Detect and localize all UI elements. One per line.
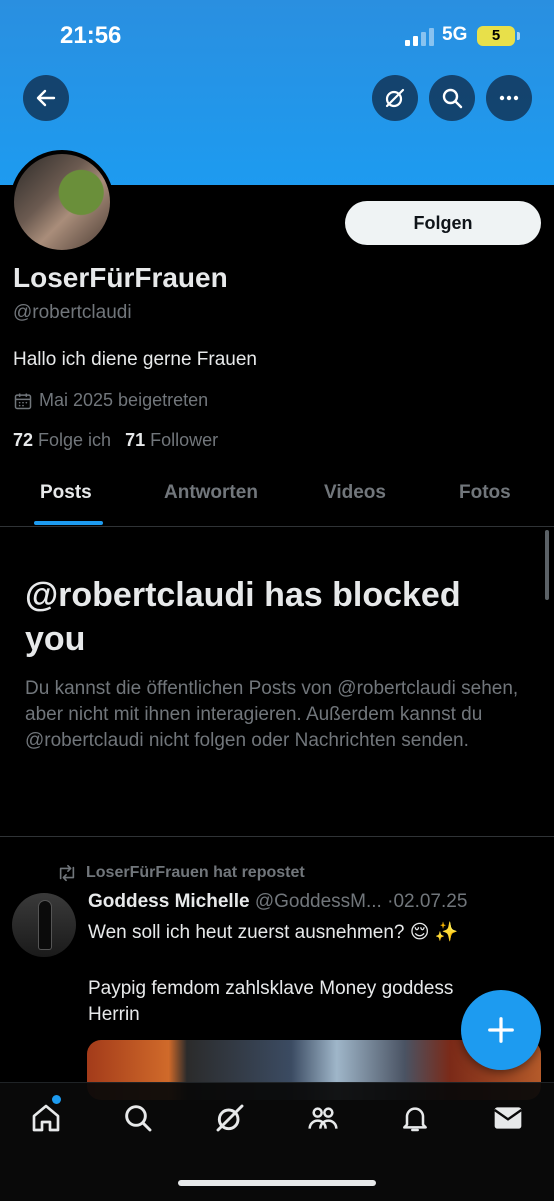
- following-label: Folge ich: [38, 430, 112, 450]
- arrow-left-icon: [36, 89, 56, 107]
- more-icon: [499, 95, 519, 101]
- bell-icon: [403, 1107, 427, 1132]
- post-author-name: Goddess Michelle: [88, 891, 250, 912]
- display-name: LoserFürFrauen: [13, 262, 228, 293]
- active-tab-indicator: [34, 521, 103, 525]
- compose-button[interactable]: [461, 990, 541, 1070]
- tab-antworten[interactable]: Antworten: [164, 482, 258, 504]
- battery-tip: [517, 32, 520, 40]
- repost-indicator: LoserFürFrauen hat repostet: [56, 863, 305, 883]
- home-notification-dot: [52, 1095, 61, 1104]
- blocked-title: @robertclaudi has blocked you: [25, 576, 461, 658]
- follow-stats: 72 Folge ich 71 Follower: [13, 430, 218, 451]
- battery-indicator: 5: [477, 26, 515, 46]
- nav-communities[interactable]: [305, 1100, 341, 1136]
- follow-button[interactable]: Folgen: [345, 201, 541, 245]
- nav-home[interactable]: [28, 1100, 64, 1136]
- network-label: 5G: [442, 24, 468, 45]
- followers-count: 71: [125, 430, 146, 450]
- post-header[interactable]: Goddess Michelle @GoddessM... ·02.07.25: [88, 891, 508, 913]
- scrollbar[interactable]: [545, 530, 549, 600]
- search-button[interactable]: [429, 75, 475, 121]
- grok-icon: [216, 1104, 244, 1132]
- post-date: 02.07.25: [393, 891, 468, 912]
- post-text-line1: Wen soll ich heut zuerst ausnehmen? 😌 ✨: [88, 922, 459, 943]
- following-count: 72: [13, 430, 34, 450]
- search-icon: [442, 88, 463, 109]
- nav-grok[interactable]: [212, 1100, 248, 1136]
- status-time: 21:56: [60, 22, 122, 49]
- repost-icon: [59, 864, 75, 882]
- joined-date: Mai 2025 beigetreten: [13, 390, 208, 411]
- grok-icon: [385, 88, 405, 108]
- followers-label: Follower: [150, 430, 219, 450]
- mail-icon: [493, 1107, 523, 1129]
- blocked-description: Du kannst die öffentlichen Posts von @ro…: [25, 678, 519, 751]
- profile-handle: @robertclaudi: [13, 302, 132, 323]
- nav-messages[interactable]: [490, 1100, 526, 1136]
- nav-notifications[interactable]: [397, 1100, 433, 1136]
- nav-search[interactable]: [120, 1100, 156, 1136]
- home-icon: [32, 1104, 60, 1132]
- repost-label: LoserFürFrauen hat repostet: [86, 864, 305, 881]
- tab-fotos[interactable]: Fotos: [459, 482, 511, 504]
- post-author-handle: @GoddessM...: [254, 891, 382, 912]
- back-button[interactable]: [23, 75, 69, 121]
- communities-icon: [308, 1107, 338, 1129]
- post-author-avatar[interactable]: [12, 893, 76, 957]
- post-text-line2: Paypig femdom zahlsklave Money goddess H…: [88, 978, 454, 1025]
- calendar-icon: [14, 393, 32, 409]
- more-button[interactable]: [486, 75, 532, 121]
- joined-text: Mai 2025 beigetreten: [39, 390, 209, 410]
- profile-tabs: Posts Antworten Videos Fotos: [0, 466, 554, 527]
- plus-icon: [488, 1017, 514, 1043]
- home-indicator[interactable]: [178, 1180, 376, 1186]
- grok-button[interactable]: [372, 75, 418, 121]
- followers-link[interactable]: 71 Follower: [125, 430, 218, 451]
- signal-icon: [405, 28, 434, 46]
- profile-bio: Hallo ich diene gerne Frauen: [13, 349, 257, 370]
- status-bar: 21:56 5G 5: [0, 0, 554, 70]
- profile-avatar[interactable]: [10, 150, 114, 254]
- following-link[interactable]: 72 Folge ich: [13, 430, 111, 451]
- tab-posts[interactable]: Posts: [40, 482, 92, 504]
- search-icon: [125, 1105, 152, 1132]
- section-divider: [0, 836, 554, 837]
- tab-videos[interactable]: Videos: [324, 482, 386, 504]
